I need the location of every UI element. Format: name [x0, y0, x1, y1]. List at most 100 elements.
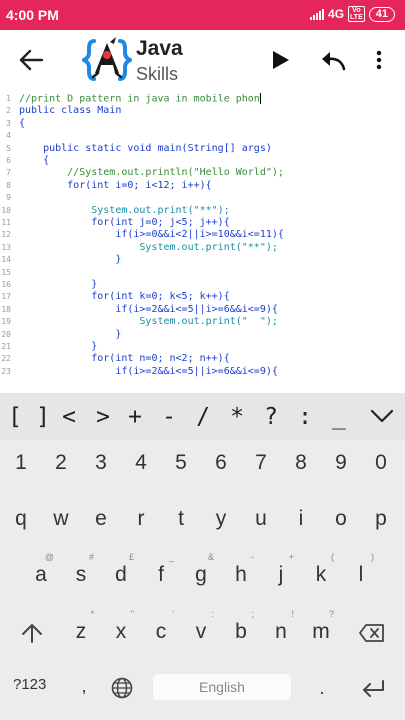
code-line[interactable]: 5 public static void main(String[] args) — [0, 143, 405, 155]
number-key[interactable]: 9 — [326, 443, 356, 483]
line-number: 14 — [1, 255, 11, 265]
line-number: 1 — [6, 94, 11, 103]
code-line[interactable]: 23 if(i>=2&&i<=5||i>=6&&i<=9){ — [0, 366, 405, 378]
status-time: 4:00 PM — [6, 7, 59, 23]
run-play-icon[interactable] — [268, 48, 292, 72]
key-hint: ; — [251, 609, 254, 619]
letter-key[interactable]: c ' — [146, 609, 176, 652]
code-line[interactable]: 20 } — [0, 329, 405, 341]
code-line[interactable]: 14 } — [0, 254, 405, 266]
chevron-down-icon[interactable] — [369, 403, 395, 429]
number-key[interactable]: 0 — [366, 443, 396, 483]
network-type: 4G — [328, 7, 345, 21]
code-line[interactable]: 3{ — [0, 118, 405, 130]
symbol-key[interactable]: - — [156, 401, 182, 433]
code-line[interactable]: 12 if(i>=0&&i<2||i>=10&&i<=11){ — [0, 229, 405, 241]
letter-key[interactable]: r — [126, 499, 156, 539]
line-number: 8 — [6, 180, 11, 190]
code-line[interactable]: 22 for(int n=0; n<2; n++){ — [0, 353, 405, 365]
code-line[interactable]: 16 } — [0, 279, 405, 291]
symbol-key[interactable]: * — [224, 401, 250, 433]
symbol-key[interactable]: < — [56, 401, 82, 433]
line-number: 20 — [1, 329, 11, 339]
code-line[interactable]: 19 System.out.print(" "); — [0, 316, 405, 328]
symbol-key[interactable]: _ — [326, 401, 352, 433]
letter-key[interactable]: g & — [186, 552, 216, 595]
letter-key[interactable]: t — [166, 499, 196, 539]
code-line[interactable]: 15 — [0, 267, 405, 279]
space-bar-key[interactable]: English — [153, 674, 291, 700]
code-line[interactable]: 4 — [0, 130, 405, 142]
number-key[interactable]: 5 — [166, 443, 196, 483]
letter-key[interactable]: j + — [266, 552, 296, 595]
key-hint: # — [88, 552, 94, 562]
key-hint: ) — [371, 552, 374, 562]
shift-arrow-icon[interactable] — [20, 622, 44, 644]
letter-key[interactable]: v: — [186, 609, 216, 652]
code-text: for(int i=0; i<12; i++){ — [19, 179, 212, 191]
line-number: 11 — [1, 218, 11, 227]
line-number: 16 — [1, 280, 11, 289]
undo-icon[interactable] — [320, 48, 346, 72]
letter-key[interactable]: d £ — [106, 552, 136, 595]
symbol-key[interactable]: > — [90, 401, 116, 433]
letter-key[interactable]: p — [366, 499, 396, 539]
line-number: 12 — [1, 230, 11, 240]
symbol-bar: [] < > + - / *?: _ — [0, 393, 405, 440]
code-line[interactable]: 1 //print D pattern in java in mobile pho… — [0, 93, 405, 105]
letter-key[interactable]: x " — [106, 609, 136, 652]
symbol-key[interactable]: + — [122, 401, 148, 433]
symbol-key[interactable]: / — [190, 401, 216, 433]
number-key[interactable]: 3 — [86, 443, 116, 483]
backspace-icon[interactable] — [358, 622, 386, 644]
letter-key[interactable]: o — [326, 499, 356, 539]
letter-key[interactable]: i — [286, 499, 316, 539]
symbol-key[interactable]: [ — [2, 401, 28, 433]
symbols-toggle-key[interactable]: ?123 — [13, 676, 46, 693]
number-key[interactable]: 4 — [126, 443, 156, 483]
back-arrow-icon[interactable] — [18, 48, 44, 72]
number-key[interactable]: 8 — [286, 443, 316, 483]
letter-key[interactable]: a @ — [26, 552, 56, 595]
code-line[interactable]: 17 for(int k=0; k<5; k++){ — [0, 291, 405, 303]
letter-key[interactable]: h- — [226, 552, 256, 595]
comma-key[interactable]: , — [72, 666, 96, 706]
number-key[interactable]: 7 — [246, 443, 276, 483]
symbol-key[interactable]: ? — [258, 401, 284, 433]
code-line[interactable]: 13 System.out.print("**"); — [0, 242, 405, 254]
enter-key-icon[interactable] — [360, 678, 386, 698]
code-line[interactable]: 7 //System.out.println("Hello World"); — [0, 167, 405, 179]
letter-key[interactable]: l) — [346, 552, 376, 595]
globe-language-icon[interactable] — [110, 676, 134, 700]
code-line[interactable]: 10 System.out.print("**"); — [0, 205, 405, 217]
code-line[interactable]: 8 for(int i=0; i<12; i++){ — [0, 180, 405, 192]
code-line[interactable]: 6 { — [0, 155, 405, 167]
code-line[interactable]: 2 public class Main — [0, 105, 405, 117]
letter-key[interactable]: q — [6, 499, 36, 539]
code-line[interactable]: 18 if(i>=2&&i<=5||i>=6&&i<=9){ — [0, 304, 405, 316]
key-hint: ' — [172, 609, 174, 619]
symbol-key[interactable]: ] — [30, 401, 56, 433]
code-text: } — [19, 254, 122, 266]
code-editor[interactable]: 1 //print D pattern in java in mobile pho… — [0, 90, 405, 393]
letter-key[interactable]: z * — [66, 609, 96, 652]
symbol-key[interactable]: : — [292, 401, 318, 433]
letter-key[interactable]: m? — [306, 609, 336, 652]
letter-key[interactable]: y — [206, 499, 236, 539]
code-line[interactable]: 11 for(int j=0; j<5; j++){ — [0, 217, 405, 229]
period-key[interactable]: . — [310, 668, 334, 708]
more-options-icon[interactable] — [372, 48, 386, 72]
letter-key[interactable]: e — [86, 499, 116, 539]
number-key[interactable]: 1 — [6, 443, 36, 483]
letter-key[interactable]: n! — [266, 609, 296, 652]
letter-key[interactable]: k( — [306, 552, 336, 595]
letter-key[interactable]: w — [46, 499, 76, 539]
letter-key[interactable]: u — [246, 499, 276, 539]
code-line[interactable]: 9 — [0, 192, 405, 204]
letter-key[interactable]: f _ — [146, 552, 176, 595]
number-key[interactable]: 6 — [206, 443, 236, 483]
code-line[interactable]: 21 } — [0, 341, 405, 353]
number-key[interactable]: 2 — [46, 443, 76, 483]
letter-key[interactable]: s # — [66, 552, 96, 595]
letter-key[interactable]: b; — [226, 609, 256, 652]
